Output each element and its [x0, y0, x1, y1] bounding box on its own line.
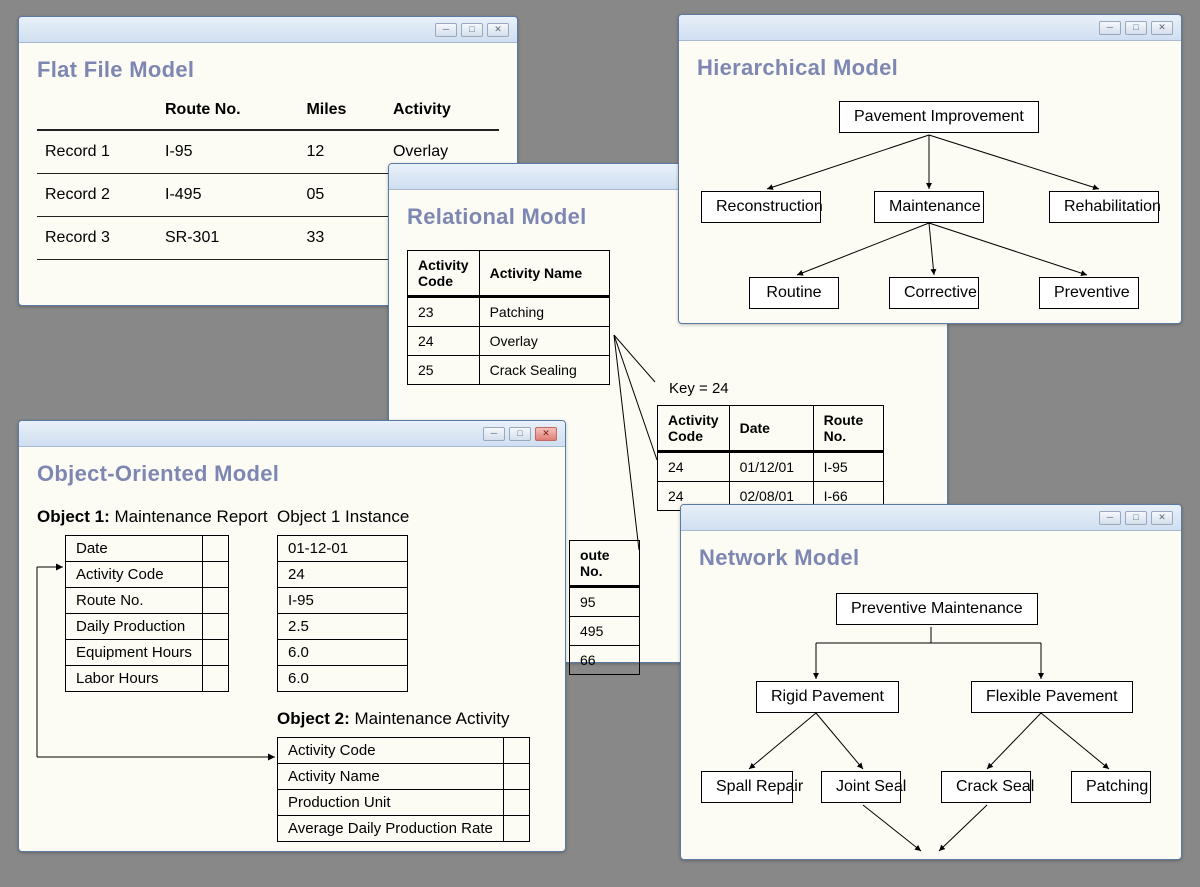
titlebar: ─ □ ✕	[19, 17, 517, 43]
col-header: Activity Code	[658, 406, 730, 452]
object1-heading: Object 1: Maintenance Report	[37, 507, 268, 527]
window-object-oriented: ─ □ ✕ Object-Oriented Model Object 1: Ma…	[18, 420, 566, 852]
table-row: 23Patching	[408, 297, 610, 327]
node-level2: Maintenance	[874, 191, 984, 223]
node-level3: Routine	[749, 277, 839, 309]
close-button[interactable]: ✕	[1151, 21, 1173, 35]
col-header: Route No.	[813, 406, 883, 452]
col-header: oute No.	[570, 541, 640, 587]
titlebar: ─ □ ✕	[681, 505, 1181, 531]
col-header: Activity	[385, 95, 499, 130]
object2-fields-table: Activity Code Activity Name Production U…	[277, 737, 530, 842]
window-title: Object-Oriented Model	[37, 461, 547, 487]
table-row: 24Overlay	[408, 327, 610, 356]
close-button[interactable]: ✕	[1151, 511, 1173, 525]
node-level3: Joint Seal	[821, 771, 901, 803]
object2-heading: Object 2: Maintenance Activity	[277, 709, 530, 729]
col-header: Activity Code	[408, 251, 480, 297]
titlebar: ─ □ ✕	[679, 15, 1181, 41]
node-level3: Crack Seal	[941, 771, 1031, 803]
route-table: oute No. 95 495 66	[569, 540, 640, 675]
col-header: Route No.	[157, 95, 298, 130]
minimize-button[interactable]: ─	[1099, 21, 1121, 35]
maximize-button[interactable]: □	[509, 427, 531, 441]
node-root: Pavement Improvement	[839, 101, 1039, 133]
log-table: Activity Code Date Route No. 2401/12/01I…	[657, 405, 884, 511]
minimize-button[interactable]: ─	[435, 23, 457, 37]
col-header: Activity Name	[479, 251, 609, 297]
close-button[interactable]: ✕	[487, 23, 509, 37]
node-level2: Rehabilitation	[1049, 191, 1159, 223]
table-row: 66	[570, 646, 640, 675]
node-level2: Rigid Pavement	[756, 681, 899, 713]
window-title: Network Model	[699, 545, 1163, 571]
key-label: Key = 24	[669, 380, 729, 397]
node-level3: Patching	[1071, 771, 1151, 803]
col-header: Miles	[298, 95, 385, 130]
table-row: 2401/12/01I-95	[658, 452, 884, 482]
table-row: 25Crack Sealing	[408, 356, 610, 385]
node-level3: Corrective	[889, 277, 979, 309]
table-row: 495	[570, 617, 640, 646]
object1-instance-heading: Object 1 Instance	[277, 507, 409, 527]
close-button[interactable]: ✕	[535, 427, 557, 441]
object1-fields-table: Date Activity Code Route No. Daily Produ…	[65, 535, 229, 692]
node-level2: Flexible Pavement	[971, 681, 1133, 713]
col-header	[37, 95, 157, 130]
col-header: Date	[729, 406, 813, 452]
titlebar: ─ □ ✕	[19, 421, 565, 447]
maximize-button[interactable]: □	[461, 23, 483, 37]
maximize-button[interactable]: □	[1125, 511, 1147, 525]
maximize-button[interactable]: □	[1125, 21, 1147, 35]
node-root: Preventive Maintenance	[836, 593, 1038, 625]
minimize-button[interactable]: ─	[483, 427, 505, 441]
window-hierarchical: ─ □ ✕ Hierarchical Model Pavement Improv…	[678, 14, 1182, 324]
table-row: 95	[570, 587, 640, 617]
minimize-button[interactable]: ─	[1099, 511, 1121, 525]
activity-table: Activity Code Activity Name 23Patching 2…	[407, 250, 610, 385]
window-title: Hierarchical Model	[697, 55, 1163, 81]
node-level3: Spall Repair	[701, 771, 793, 803]
window-network: ─ □ ✕ Network Model Preventive Maintenan…	[680, 504, 1182, 860]
node-level2: Reconstruction	[701, 191, 821, 223]
window-title: Flat File Model	[37, 57, 499, 83]
node-level3: Preventive	[1039, 277, 1139, 309]
object1-instance-table: 01-12-01 24 I-95 2.5 6.0 6.0	[277, 535, 408, 692]
